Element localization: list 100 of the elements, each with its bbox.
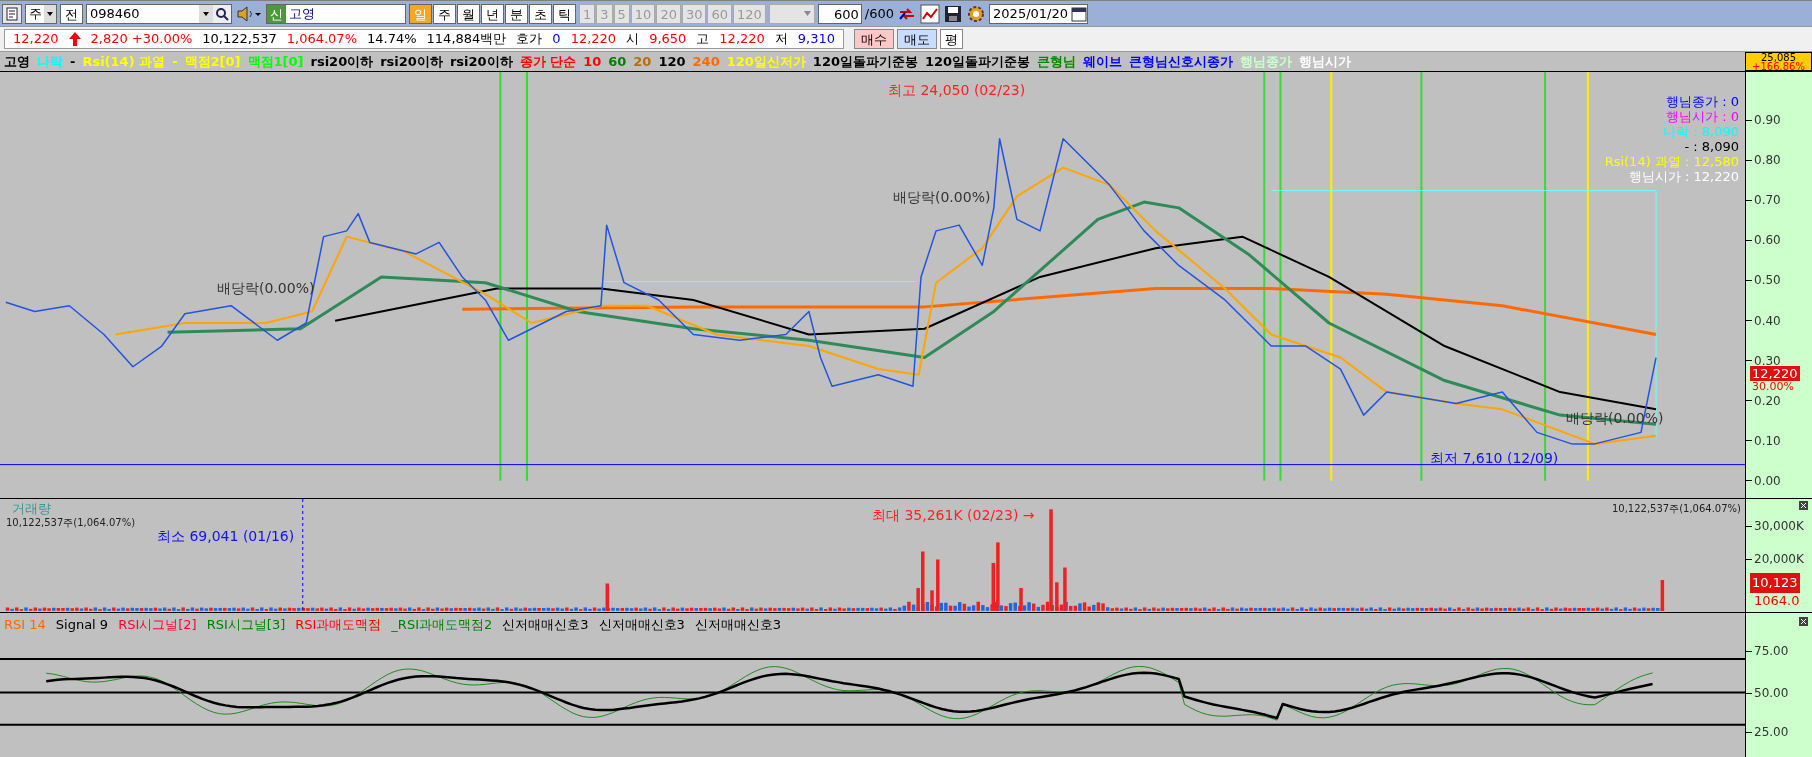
legend-label: 신저매매신호3 <box>502 616 589 634</box>
quote-value: 고 <box>696 30 710 49</box>
period-tab[interactable]: 년 <box>481 3 504 24</box>
legend-label: 맥점2[0] <box>184 52 241 71</box>
indicator-value-text: 나락 : 8,090 <box>1663 124 1739 139</box>
legend-label: 신저매매신호3 <box>598 616 685 634</box>
count-field[interactable]: 600 <box>817 3 862 24</box>
quote-value: 2,820 +30.00% <box>90 30 193 49</box>
legend-label: 나락 <box>37 52 63 71</box>
axis-label: 75.00 <box>1753 643 1789 660</box>
legend-label: 행님종가 <box>1240 52 1293 71</box>
current-volume-box: 10,123 <box>1750 573 1800 593</box>
axis-label: 0.00 <box>1753 472 1781 490</box>
volume-text: 10,122,537주(1,064.07%) <box>6 516 136 530</box>
legend-label: 120일신저가 <box>726 52 806 71</box>
period-tab[interactable]: 주 <box>433 3 456 24</box>
high-price-box: 25,085 +166.86% <box>1745 52 1812 71</box>
max-volume-label: 최대 35,261K (02/23) → <box>872 506 1035 525</box>
caret-icon <box>803 11 811 16</box>
quote-value: 0 <box>552 30 561 49</box>
legend-label: 행님시가 <box>1299 52 1352 71</box>
current-change-text: 30.00% <box>1752 381 1794 393</box>
quote-value: 114,884백만 <box>426 30 507 49</box>
legend-label: 신저매매신호3 <box>694 616 782 634</box>
axis-label: 30,000K <box>1753 518 1804 535</box>
quote-value: 12,220 <box>719 30 765 49</box>
volume-ratio-text: 1064.0 <box>1754 592 1800 610</box>
min-volume-label: 최소 69,041 (01/16) <box>157 527 295 546</box>
close-icon[interactable] <box>1799 501 1808 510</box>
search-icon[interactable] <box>213 4 231 23</box>
quote-value: 시 <box>626 30 640 49</box>
count-total-text: /600 <box>864 4 895 23</box>
legend-label: RSI시그널[3] <box>206 616 286 634</box>
legend-label: RSI 14 <box>4 616 46 634</box>
legend-label: Rsi(14) 과열 <box>82 52 166 71</box>
quote-value: 14.74% <box>367 30 417 49</box>
settings-icon[interactable] <box>966 3 987 24</box>
axis-label: 0.40 <box>1753 312 1781 330</box>
caret-icon <box>44 4 56 23</box>
legend-label: 맥점1[0] <box>247 52 304 71</box>
volume-text: 10,122,537주(1,064.07%) <box>1611 502 1741 516</box>
indicator-value-text: Rsi(14) 과열 : 12,580 <box>1604 154 1739 169</box>
quote-value: 저 <box>774 30 788 49</box>
calendar-icon[interactable] <box>1071 5 1087 22</box>
axis-label: 50.00 <box>1753 685 1789 702</box>
axis-label: 25.00 <box>1753 724 1789 741</box>
chart-settings-button[interactable] <box>2 3 22 24</box>
axis-label: 0.80 <box>1753 152 1781 170</box>
legend-label: rsi20이하 <box>380 52 443 71</box>
high-price-label: 최고 24,050 (02/23) <box>888 81 1026 100</box>
legend-label: _RSI과매도맥점2 <box>391 616 493 634</box>
line-chart-icon[interactable] <box>920 3 941 24</box>
legend-label: - <box>70 52 76 71</box>
period-tab[interactable]: 초 <box>529 3 552 24</box>
legend-label: RSI과매도맥점 <box>295 616 382 634</box>
sell-button[interactable]: 매도 <box>897 29 938 49</box>
legend-label: 60 <box>608 52 627 71</box>
legend-label: RSI시그널[2] <box>118 616 197 634</box>
indicator-value-text: - : 8,090 <box>1684 139 1739 154</box>
stock-name-field[interactable]: 신 고영 <box>266 3 406 24</box>
average-button[interactable]: 평 <box>940 29 964 49</box>
legend-label: rsi20이하 <box>449 52 513 71</box>
new-listing-badge: 신 <box>267 4 286 23</box>
speaker-icon[interactable] <box>235 3 263 24</box>
caret-icon[interactable] <box>199 4 213 23</box>
indicator-value-text: 행님시가 : 12,220 <box>1628 169 1739 184</box>
legend-label: 웨이브 <box>1083 52 1123 71</box>
indicator-value-text: 행님시가 : 0 <box>1666 109 1739 124</box>
date-field[interactable]: 2025/01/20 <box>989 3 1088 24</box>
quote-value: 9,650 <box>649 30 687 49</box>
legend-label: 고영 <box>4 52 30 71</box>
volume-title: 거래량 <box>12 500 51 518</box>
market-dropdown[interactable]: 주 <box>25 3 57 24</box>
legend-label: 20 <box>633 52 652 71</box>
legend-label: Signal 9 <box>55 616 109 634</box>
axis-label: 0.20 <box>1753 392 1781 410</box>
axis-label: 0.10 <box>1753 432 1781 450</box>
period-tab[interactable]: 분 <box>505 3 528 24</box>
axis-label: 0.70 <box>1753 192 1781 210</box>
quote-value: 1,064.07% <box>286 30 357 49</box>
buy-button[interactable]: 매수 <box>854 29 895 49</box>
close-icon[interactable] <box>1799 617 1808 626</box>
save-icon[interactable] <box>943 3 964 24</box>
quote-value: 10,122,537 <box>202 30 277 49</box>
legend-label: 큰형님 <box>1037 52 1077 71</box>
legend-label: 120일돌파기준봉 <box>812 52 918 71</box>
stock-code-field[interactable]: 098460 <box>86 3 232 24</box>
axis-label: 20,000K <box>1753 551 1804 568</box>
legend-label: 120일돌파기준봉 <box>925 52 1031 71</box>
previous-button[interactable]: 전 <box>60 3 83 24</box>
legend-label: 120 <box>658 52 686 71</box>
period-tab[interactable]: 틱 <box>553 3 576 24</box>
period-tab[interactable]: 월 <box>457 3 480 24</box>
axis-label: 0.50 <box>1753 272 1781 290</box>
legend-label: rsi20이하 <box>310 52 374 71</box>
indicator-value-text: 행님종가 : 0 <box>1666 94 1739 109</box>
legend-label: 큰형님신호시종가 <box>1129 52 1234 71</box>
quote-value: 호가 <box>516 30 543 49</box>
quote-value: 12,220 <box>13 30 59 49</box>
dividend-label: 배당락(0.00%) <box>893 188 991 207</box>
